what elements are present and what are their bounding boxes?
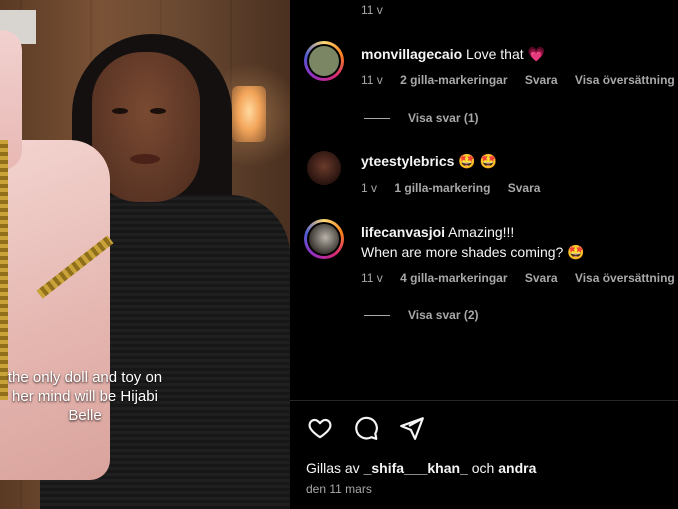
translate-button[interactable]: Visa översättning bbox=[575, 73, 675, 87]
comment-1: monvillagecaio Love that 💗 bbox=[361, 44, 545, 64]
comment-likes-link[interactable]: 4 gilla-markeringar bbox=[400, 271, 507, 285]
reply-button[interactable]: Svara bbox=[525, 73, 558, 87]
reply-button[interactable]: Svara bbox=[508, 181, 541, 195]
view-replies-button[interactable]: Visa svar (1) bbox=[364, 111, 479, 125]
star-eyes-emoji: 🤩 bbox=[567, 244, 585, 260]
post-date: den 11 mars bbox=[306, 482, 372, 496]
comment-username[interactable]: yteestylebrics bbox=[361, 153, 454, 169]
translate-button[interactable]: Visa översättning bbox=[575, 271, 675, 285]
doll-dress bbox=[0, 140, 110, 480]
comment-3: lifecanvasjoi Amazing!!! When are more s… bbox=[361, 222, 585, 262]
avatar-yteestylebrics[interactable] bbox=[307, 151, 341, 185]
comment-1-meta: 11 v 2 gilla-markeringar Svara Visa över… bbox=[361, 73, 678, 87]
liked-by-text: Gillas av _shifa___khan_ och andra bbox=[306, 460, 537, 476]
person-eye-left bbox=[112, 108, 128, 114]
actions-divider bbox=[290, 400, 678, 401]
comment-username[interactable]: lifecanvasjoi bbox=[361, 224, 445, 240]
view-replies-button[interactable]: Visa svar (2) bbox=[364, 308, 479, 322]
heart-emoji: 💗 bbox=[527, 46, 545, 62]
comments-panel: 11 v monvillagecaio Love that 💗 11 v 2 g… bbox=[290, 0, 678, 509]
replies-divider-line bbox=[364, 314, 390, 316]
action-bar bbox=[306, 414, 426, 442]
comment-2: yteestylebrics 🤩 🤩 bbox=[361, 151, 497, 171]
comment-text: Amazing!!! bbox=[448, 224, 515, 240]
replies-divider-line bbox=[364, 117, 390, 119]
person-eye-right bbox=[150, 108, 166, 114]
send-icon[interactable] bbox=[398, 414, 426, 442]
doll-trim-vertical bbox=[0, 140, 8, 400]
comment-time: 11 v bbox=[361, 271, 383, 285]
liked-by-others-link[interactable]: andra bbox=[498, 460, 536, 476]
comment-2-meta: 1 v 1 gilla-markering Svara bbox=[361, 181, 554, 195]
comment-time: 1 v bbox=[361, 181, 378, 195]
person-lips bbox=[130, 154, 160, 164]
wall-lamp bbox=[232, 86, 266, 142]
avatar-lifecanvasjoi[interactable] bbox=[304, 219, 344, 259]
video-player[interactable]: the only doll and toy on her mind will b… bbox=[0, 0, 290, 509]
comment-username[interactable]: monvillagecaio bbox=[361, 46, 462, 62]
comment-icon[interactable] bbox=[352, 414, 380, 442]
comment-3-meta: 11 v 4 gilla-markeringar Svara Visa över… bbox=[361, 271, 678, 285]
comment-time: 11 v bbox=[361, 73, 383, 87]
comment-likes-link[interactable]: 1 gilla-markering bbox=[394, 181, 490, 195]
heart-icon[interactable] bbox=[306, 414, 334, 442]
star-eyes-emoji: 🤩 🤩 bbox=[458, 153, 498, 169]
comment-likes-link[interactable]: 2 gilla-markeringar bbox=[400, 73, 507, 87]
comment-text-line2: When are more shades coming? bbox=[361, 244, 564, 260]
liked-by-user-link[interactable]: _shifa___khan_ bbox=[364, 460, 468, 476]
comment-text: Love that bbox=[466, 46, 524, 62]
reply-button[interactable]: Svara bbox=[525, 271, 558, 285]
video-caption: the only doll and toy on her mind will b… bbox=[7, 369, 163, 424]
previous-comment-time: 11 v bbox=[361, 3, 383, 17]
avatar-monvillagecaio[interactable] bbox=[304, 41, 344, 81]
